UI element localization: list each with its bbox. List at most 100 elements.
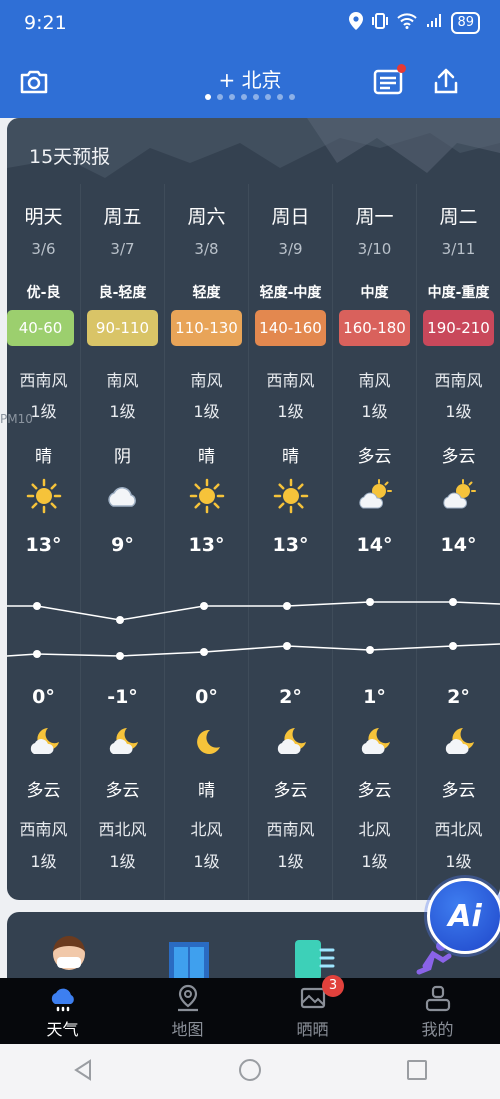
forecast-day[interactable]: 周日 3/9 轻度-中度 140-160 西南风 1级 晴 13° 2° 多云 … [248,184,332,900]
partly-cloudy-night-icon [81,724,164,760]
page-indicator [0,94,500,100]
wind-day: 南风 [358,371,391,390]
aqi-range: 190-210 [423,310,494,346]
status-time: 9:21 [24,12,67,34]
wind-night: 西南风 [266,820,315,839]
wind-night: 北风 [190,820,223,839]
partly-cloudy-night-icon [333,724,416,760]
low-temp: 0° [32,686,55,708]
day-date: 3/8 [194,240,219,258]
nav-item-photos[interactable]: 晒晒 [250,978,375,1044]
share-icon [434,68,458,94]
nav-label: 晒晒 [296,1020,329,1039]
news-button[interactable] [372,64,406,98]
high-temp: 14° [440,534,477,556]
aqi-range: 160-180 [339,310,410,346]
forecast-day[interactable]: 周六 3/8 轻度 110-130 南风 1级 晴 13° 0° 晴 北风 1级 [164,184,248,900]
wind-night-level: 1级 [30,852,57,871]
wind-night-level: 1级 [361,852,388,871]
page-dot [289,94,295,100]
wind-night: 西北风 [434,820,483,839]
day-name: 周日 [271,206,310,228]
nav-item-me[interactable]: 我的 [375,978,500,1044]
city-selector[interactable]: + 北京 [0,64,500,93]
day-date: 3/11 [441,240,476,258]
wind-day: 西南风 [434,371,483,390]
pm10-label: PM10 [0,412,33,426]
page-dot [253,94,259,100]
forecast-panel[interactable]: 15天预报 明天 3/6 优-良 40-60 西南风 1级 晴 13° 0° 多… [7,118,500,900]
day-date: 3/10 [357,240,392,258]
notification-dot [397,64,406,73]
day-name: 周二 [439,206,478,228]
ai-assistant-button[interactable]: Ai [427,878,500,954]
cloud-icon [81,478,164,514]
condition-day: 晴 [198,447,215,467]
partly-cloudy-night-icon [7,724,80,760]
page-dot [229,94,235,100]
weather-icon [0,984,125,1012]
condition-day: 多云 [441,447,476,467]
high-temp: 13° [188,534,225,556]
wind-night-level: 1级 [109,852,136,871]
wind-day-level: 1级 [193,402,220,421]
condition-day: 晴 [282,447,299,467]
day-name: 周五 [103,206,142,228]
top-bar: 9:21 89 + 北京 [0,0,500,118]
forecast-day[interactable]: 周一 3/10 中度 160-180 南风 1级 多云 14° 1° 多云 北风… [332,184,416,900]
wind-night: 西南风 [19,820,68,839]
partly-cloudy-day-icon [417,478,500,514]
low-temp: 2° [447,686,470,708]
status-bar: 9:21 89 [0,0,500,50]
forecast-columns: 明天 3/6 优-良 40-60 西南风 1级 晴 13° 0° 多云 西南风 … [7,184,500,900]
wind-day-level: 1级 [277,402,304,421]
condition-night: 晴 [198,781,215,801]
vibrate-icon [371,13,389,33]
location-icon [349,12,364,34]
wind-day-level: 1级 [361,402,388,421]
forecast-day[interactable]: 明天 3/6 优-良 40-60 西南风 1级 晴 13° 0° 多云 西南风 … [7,184,80,900]
share-button[interactable] [430,66,462,98]
page-dot [277,94,283,100]
low-temp: 2° [279,686,302,708]
page-dot [205,94,211,100]
wind-night-level: 1级 [445,852,472,871]
wind-night-level: 1级 [277,852,304,871]
mask-avatar-icon[interactable] [47,930,91,990]
wind-night: 北风 [358,820,391,839]
door-icon[interactable] [167,930,211,990]
bottom-nav: 天气 地图 晒晒 我的 3 [0,975,500,1044]
nav-item-map[interactable]: 地图 [125,978,250,1044]
day-date: 3/7 [110,240,135,258]
photo-icon [250,984,375,1012]
wind-night-level: 1级 [193,852,220,871]
wind-day: 南风 [190,371,223,390]
condition-night: 多云 [26,781,61,801]
home-button[interactable] [238,1058,262,1086]
aqi-range: 140-160 [255,310,326,346]
nav-label: 地图 [171,1020,204,1039]
user-icon [375,984,500,1012]
partly-cloudy-night-icon [249,724,332,760]
aqi-range: 110-130 [171,310,242,346]
sun-icon [249,478,332,514]
nav-item-weather[interactable]: 天气 [0,978,125,1044]
recents-icon [407,1059,427,1080]
aqi-level: 中度 [360,285,389,301]
air-purifier-icon[interactable] [291,930,335,980]
forecast-day[interactable]: 周五 3/7 良-轻度 90-110 南风 1级 阴 9° -1° 多云 西北风… [80,184,164,900]
forecast-day[interactable]: 周二 3/11 中度-重度 190-210 西南风 1级 多云 14° 2° 多… [416,184,500,900]
wind-day-level: 1级 [109,402,136,421]
day-date: 3/9 [278,240,303,258]
map-pin-icon [125,984,250,1012]
panel-title: 15天预报 [29,146,111,168]
condition-day: 多云 [357,447,392,467]
recents-button[interactable] [406,1059,428,1085]
partly-cloudy-night-icon [417,724,500,760]
wifi-icon [397,13,418,33]
back-button[interactable] [72,1058,94,1086]
day-name: 周一 [355,206,394,228]
add-city-icon: + [218,68,236,92]
condition-night: 多云 [105,781,140,801]
system-nav-bar [0,1044,500,1099]
